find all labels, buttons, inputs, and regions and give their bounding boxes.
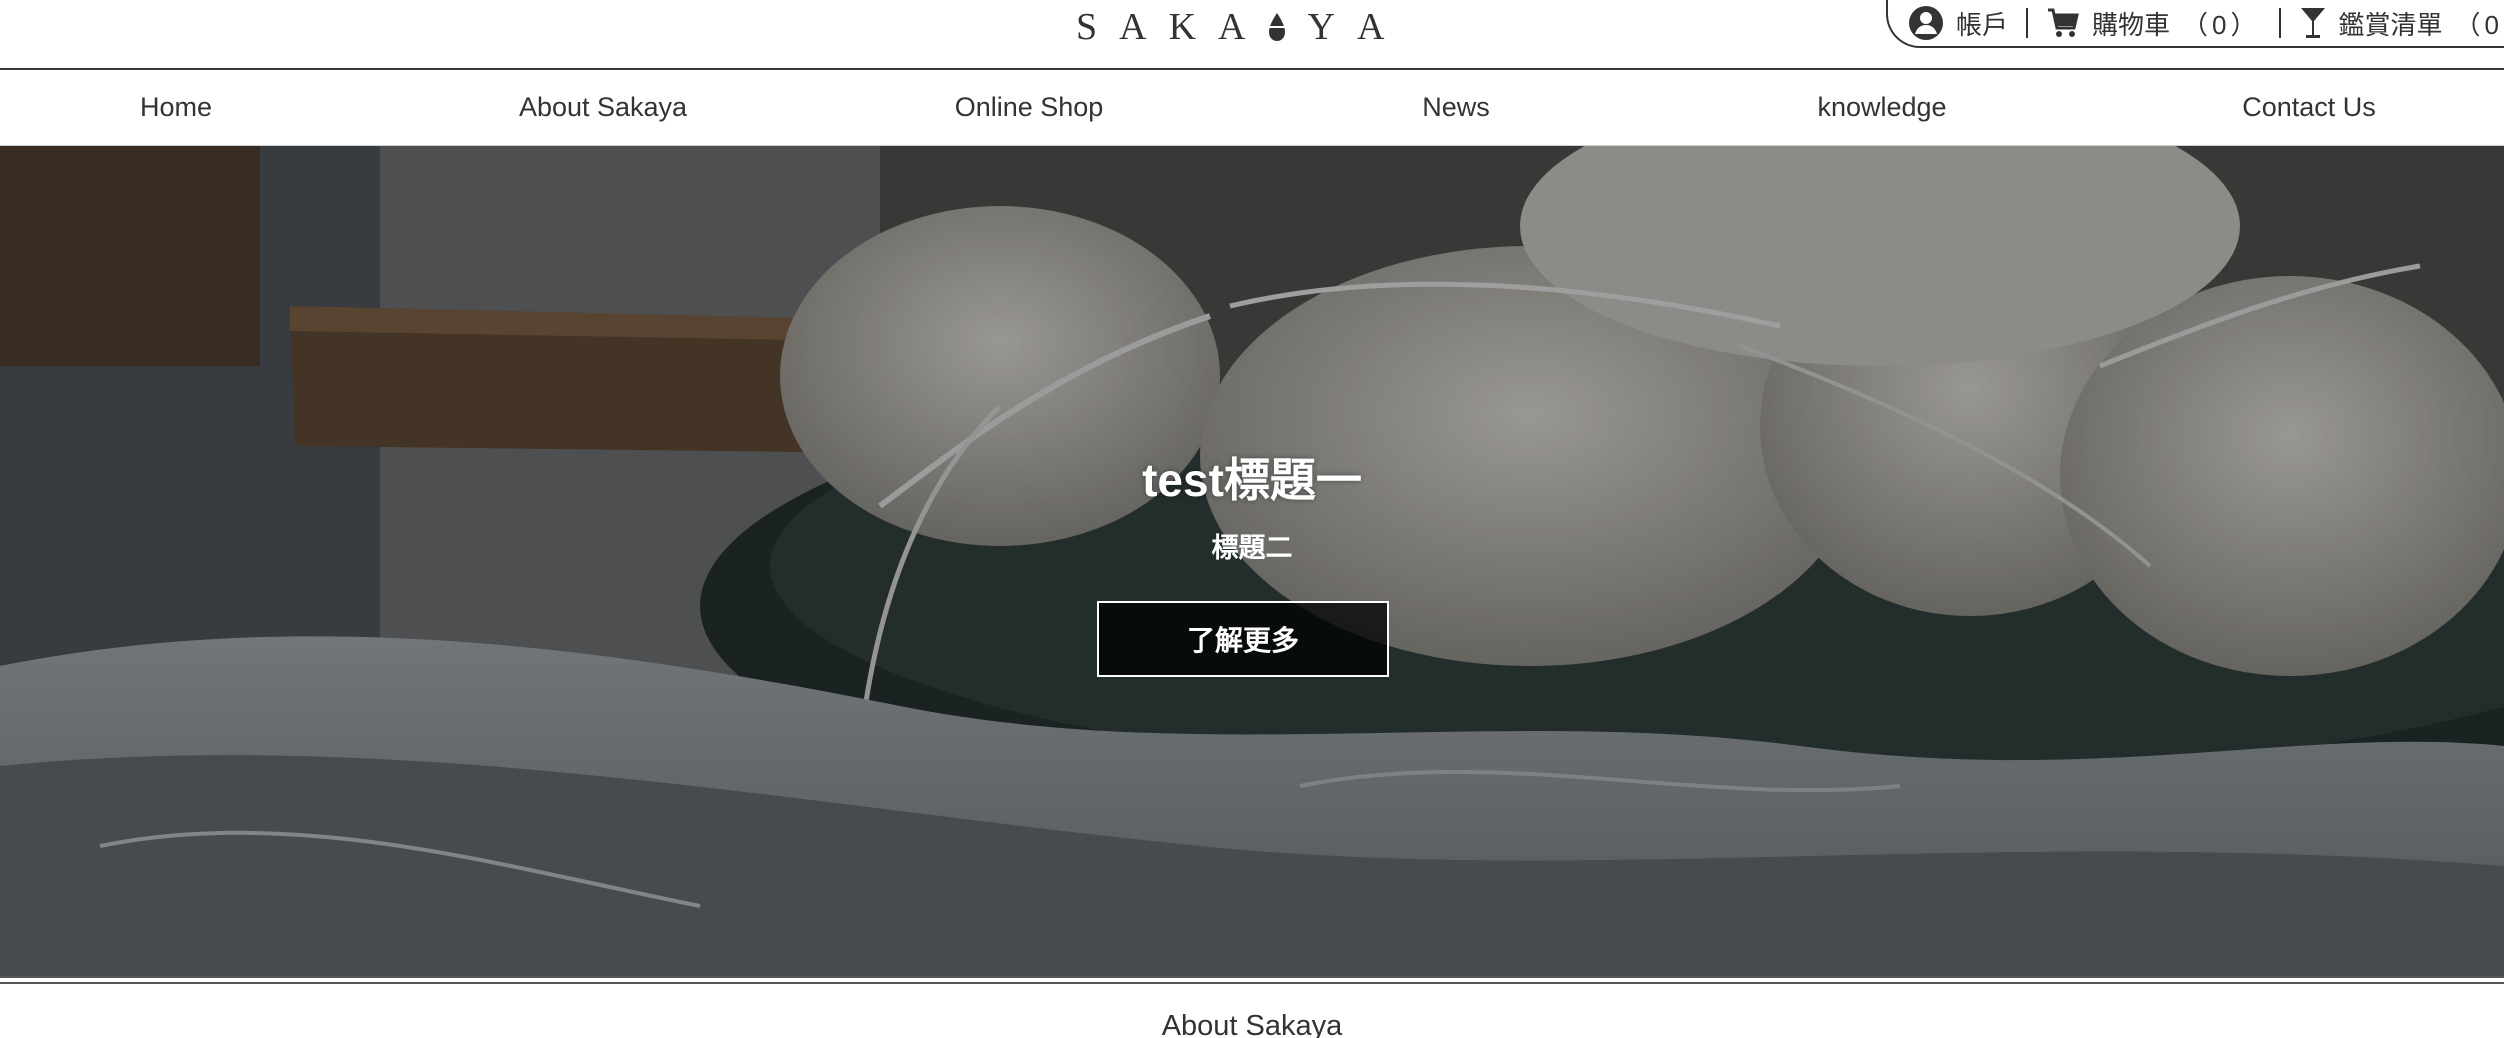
divider	[0, 976, 2504, 978]
logo-letter: Y	[1307, 6, 1335, 48]
learn-more-button[interactable]: 了解更多	[1097, 601, 1389, 677]
logo-letter: A	[1218, 6, 1246, 48]
hero-banner: test標題一 標題二 了解更多	[0, 146, 2504, 976]
cart-link[interactable]: 購物車 （0）	[2046, 5, 2260, 42]
account-link[interactable]: 帳戶	[1908, 5, 2008, 42]
wine-glass-icon	[2300, 8, 2325, 38]
nav-item-about-sakaya[interactable]: About Sakaya	[483, 72, 723, 142]
tasting-list-label: 鑑賞清單	[2338, 9, 2443, 40]
logo-letter: K	[1168, 6, 1197, 48]
account-label: 帳戶	[1956, 9, 2009, 40]
section-title: About Sakaya	[1161, 1010, 1343, 1038]
tasting-list-count: （0）	[2454, 9, 2504, 40]
tasting-list-link[interactable]: 鑑賞清單 （0）	[2299, 5, 2504, 42]
user-circle-icon	[1909, 6, 1943, 40]
cart-label: 購物車	[2092, 9, 2171, 40]
divider	[0, 982, 2504, 984]
logo-letter: A	[1356, 6, 1385, 48]
cart-icon	[2048, 8, 2079, 37]
logo-letter: A	[1119, 6, 1147, 48]
nav-item-news[interactable]: News	[1336, 72, 1576, 142]
cart-count: （0）	[2182, 9, 2261, 40]
nav-item-knowledge[interactable]: knowledge	[1762, 72, 2002, 142]
site-header: S A K A Y A 帳戶 購物車 （0） 鑑賞清單 （0	[0, 0, 2504, 70]
nav-item-contact-us[interactable]: Contact Us	[2189, 72, 2429, 142]
nav-item-home[interactable]: Home	[56, 72, 296, 142]
separator	[2278, 8, 2281, 38]
separator	[2026, 8, 2029, 38]
hero-title: test標題一	[1142, 454, 1362, 506]
sake-drop-icon	[1267, 12, 1286, 42]
hero-subtitle: 標題二	[1211, 533, 1293, 563]
account-bar: 帳戶 購物車 （0） 鑑賞清單 （0）	[1886, 0, 2504, 48]
main-nav: Home About Sakaya Online Shop News knowl…	[0, 72, 2504, 146]
nav-item-online-shop[interactable]: Online Shop	[909, 72, 1149, 142]
site-logo[interactable]: S A K A Y A	[1076, 4, 1406, 50]
logo-letter: S	[1076, 6, 1098, 48]
